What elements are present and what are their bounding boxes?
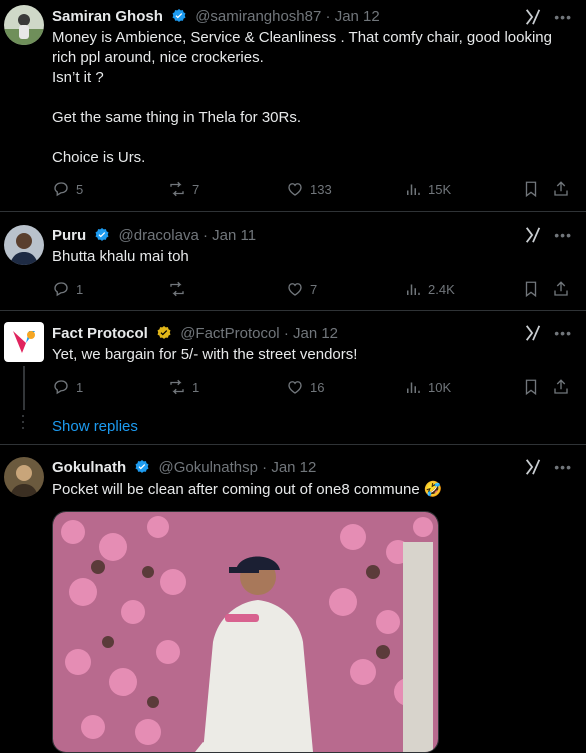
repost-button[interactable] bbox=[168, 280, 192, 298]
repost-icon bbox=[170, 379, 184, 395]
like-button[interactable]: 7 bbox=[286, 280, 317, 298]
tweet-date[interactable]: Jan 12 bbox=[271, 459, 316, 476]
thread-line bbox=[23, 366, 25, 410]
bookmark-icon[interactable] bbox=[522, 280, 540, 298]
verified-badge-icon bbox=[172, 9, 186, 22]
reply-button[interactable]: 1 bbox=[52, 378, 83, 396]
share-icon[interactable] bbox=[552, 378, 570, 396]
views-icon bbox=[407, 284, 420, 295]
thread-dots bbox=[20, 415, 26, 433]
avatar[interactable] bbox=[4, 225, 44, 265]
reply-button[interactable]: 1 bbox=[52, 280, 83, 298]
action-bar: 1 7 2.4K bbox=[52, 280, 572, 300]
reply-icon bbox=[54, 182, 68, 197]
views-icon bbox=[407, 382, 420, 393]
reply-button[interactable]: 5 bbox=[52, 180, 83, 198]
views-button[interactable]: 2.4K bbox=[404, 280, 455, 298]
author-handle[interactable]: @dracolava bbox=[119, 227, 199, 244]
grok-icon[interactable] bbox=[524, 226, 542, 244]
share-icon[interactable] bbox=[552, 180, 570, 198]
views-button[interactable]: 10K bbox=[404, 378, 451, 396]
repost-icon bbox=[170, 181, 184, 197]
author-name[interactable]: Puru bbox=[52, 227, 86, 244]
like-button[interactable]: 16 bbox=[286, 378, 324, 396]
verified-badge-icon bbox=[135, 460, 149, 473]
tweet-text: Bhutta khalu mai toh bbox=[52, 248, 189, 265]
grok-icon[interactable] bbox=[524, 458, 542, 476]
grok-icon[interactable] bbox=[524, 324, 542, 342]
tweet-date[interactable]: Jan 11 bbox=[212, 227, 256, 244]
avatar[interactable] bbox=[4, 5, 44, 45]
views-icon bbox=[407, 184, 420, 195]
author-handle[interactable]: @samiranghosh87 bbox=[195, 8, 321, 25]
bookmark-icon[interactable] bbox=[522, 378, 540, 396]
reply-icon bbox=[54, 380, 68, 395]
author-handle[interactable]: @Gokulnathsp bbox=[159, 459, 258, 476]
bookmark-icon[interactable] bbox=[522, 180, 540, 198]
repost-icon bbox=[170, 281, 184, 297]
like-button[interactable]: 133 bbox=[286, 180, 332, 198]
share-icon[interactable] bbox=[552, 280, 570, 298]
tweet-date[interactable]: Jan 12 bbox=[293, 325, 338, 342]
tweet-text: Yet, we bargain for 5/- with the street … bbox=[52, 346, 358, 363]
views-button[interactable]: 15K bbox=[404, 180, 451, 198]
tweet-fact-protocol[interactable]: Fact Protocol @FactProtocol · Jan 12 •••… bbox=[0, 311, 586, 444]
tweet-media-image[interactable] bbox=[52, 511, 439, 753]
tweet-samiran[interactable]: Samiran Ghosh @samiranghosh87 · Jan 12 •… bbox=[0, 0, 586, 211]
tweet-text: Money is Ambience, Service & Cleanliness… bbox=[52, 29, 552, 166]
avatar[interactable] bbox=[4, 457, 44, 497]
heart-icon bbox=[288, 183, 302, 196]
heart-icon bbox=[288, 381, 302, 394]
grok-icon[interactable] bbox=[524, 8, 542, 26]
heart-icon bbox=[288, 283, 302, 296]
action-bar: 5 7 133 15K bbox=[52, 180, 572, 200]
tweet-puru[interactable]: Puru @dracolava · Jan 11 ••• Bhutta khal… bbox=[0, 212, 586, 310]
reply-icon bbox=[54, 282, 68, 297]
verified-gold-badge-icon bbox=[157, 326, 171, 339]
more-options-icon[interactable]: ••• bbox=[554, 324, 572, 342]
repost-button[interactable]: 7 bbox=[168, 180, 199, 198]
author-name[interactable]: Gokulnath bbox=[52, 459, 126, 476]
author-name[interactable]: Fact Protocol bbox=[52, 325, 148, 342]
verified-badge-icon bbox=[95, 228, 109, 241]
tweet-date[interactable]: Jan 12 bbox=[335, 8, 380, 25]
author-name[interactable]: Samiran Ghosh bbox=[52, 8, 163, 25]
tweet-text: Pocket will be clean after coming out of… bbox=[52, 481, 443, 498]
author-handle[interactable]: @FactProtocol bbox=[180, 325, 279, 342]
more-options-icon[interactable]: ••• bbox=[554, 8, 572, 26]
tweet-gokulnath[interactable]: Gokulnath @Gokulnathsp · Jan 12 ••• Pock… bbox=[0, 445, 586, 753]
action-bar: 1 1 16 10K bbox=[52, 378, 572, 398]
avatar[interactable] bbox=[4, 322, 44, 362]
repost-button[interactable]: 1 bbox=[168, 378, 199, 396]
show-replies-link[interactable]: Show replies bbox=[52, 418, 138, 435]
cricket-photo bbox=[53, 512, 438, 752]
more-options-icon[interactable]: ••• bbox=[554, 458, 572, 476]
more-options-icon[interactable]: ••• bbox=[554, 226, 572, 244]
